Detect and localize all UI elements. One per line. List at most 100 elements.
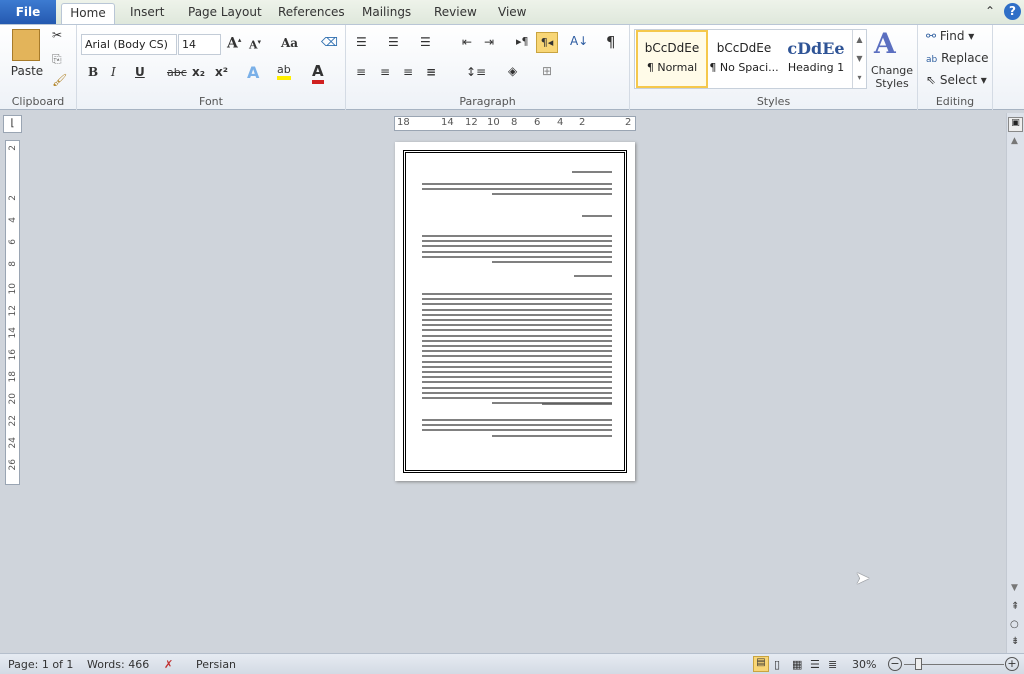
font-group: Arial (Body CS) 14 A▴ A▾ Aa ⌫ B I U abc …: [77, 25, 346, 110]
text-effects-icon[interactable]: A: [247, 63, 259, 82]
cut-icon[interactable]: ✂: [52, 28, 62, 42]
horizontal-ruler[interactable]: 18 14 12 10 8 6 4 2 2: [394, 116, 636, 131]
tab-insert[interactable]: Insert: [130, 3, 164, 24]
borders-icon[interactable]: ⊞: [542, 64, 552, 78]
paragraph-label: Paragraph: [459, 95, 516, 108]
strikethrough-button[interactable]: abc: [167, 66, 187, 79]
align-right-icon[interactable]: ≡: [403, 65, 413, 79]
tab-view[interactable]: View: [498, 3, 526, 24]
tab-references[interactable]: References: [278, 3, 345, 24]
text-line: [574, 275, 612, 277]
font-color-icon[interactable]: A: [312, 62, 324, 84]
document-page[interactable]: [395, 142, 635, 481]
next-page-icon[interactable]: ⇟: [1011, 636, 1019, 647]
status-bar: Page: 1 of 1 Words: 466 ✗ Persian ▤ ▯ ▦ …: [0, 653, 1024, 674]
find-button[interactable]: ⚯ Find ▾: [926, 29, 974, 43]
line-spacing-icon[interactable]: ↕≡: [466, 65, 486, 79]
text-line: [422, 308, 612, 311]
previous-page-icon[interactable]: ⇞: [1011, 601, 1019, 612]
increase-indent-icon[interactable]: ⇥: [484, 35, 494, 49]
font-size-select[interactable]: 14: [178, 34, 221, 55]
print-layout-icon[interactable]: ▤: [753, 656, 769, 672]
text-line: [422, 397, 612, 399]
tab-page-layout[interactable]: Page Layout: [188, 3, 262, 24]
scroll-up-icon[interactable]: ▲: [1011, 136, 1018, 146]
justify-icon[interactable]: ≡: [426, 65, 436, 79]
word-count[interactable]: Words: 466: [87, 658, 149, 671]
copy-icon[interactable]: ⎘: [52, 52, 62, 67]
clear-formatting-icon[interactable]: ⌫: [321, 35, 338, 49]
draft-icon[interactable]: ≣: [828, 658, 837, 671]
italic-button[interactable]: I: [111, 65, 116, 79]
ruler-tick-label: 18: [8, 371, 18, 383]
tab-review[interactable]: Review: [434, 3, 477, 24]
align-center-icon[interactable]: ≡: [380, 65, 390, 79]
ruler-tick-label: 2: [8, 145, 18, 151]
help-icon[interactable]: ?: [1004, 3, 1021, 20]
zoom-slider-thumb[interactable]: [915, 658, 922, 670]
tab-file[interactable]: File: [0, 0, 56, 24]
paste-icon[interactable]: [12, 29, 40, 61]
underline-button[interactable]: U: [135, 65, 145, 79]
text-line: [422, 355, 612, 358]
align-left-icon[interactable]: ≡: [356, 65, 366, 79]
shrink-font-icon[interactable]: A▾: [249, 37, 261, 52]
language[interactable]: Persian: [196, 658, 236, 671]
text-line: [422, 240, 612, 243]
tab-selector[interactable]: ⌊: [3, 115, 22, 133]
tab-mailings[interactable]: Mailings: [362, 3, 411, 24]
subscript-button[interactable]: x₂: [192, 65, 205, 79]
bold-button[interactable]: B: [88, 65, 98, 79]
view-ruler-icon[interactable]: ▣: [1008, 117, 1023, 132]
vertical-scrollbar[interactable]: ▣ ▲ ▼ ⇞ ○ ⇟: [1006, 113, 1024, 653]
select-button[interactable]: ⇖ Select ▾: [926, 73, 987, 87]
outline-icon[interactable]: ☰: [810, 658, 820, 671]
highlight-icon[interactable]: ab: [277, 63, 291, 80]
proofing-icon[interactable]: ✗: [164, 658, 173, 671]
superscript-button[interactable]: x²: [215, 65, 228, 79]
format-painter-icon[interactable]: 🖌: [52, 73, 67, 87]
show-formatting-button[interactable]: ¶: [606, 33, 616, 51]
clipboard-group: Paste ✂ ⎘ 🖌 Clipboard: [0, 25, 77, 110]
style-no-spacing[interactable]: bCcDdEe ¶ No Spaci...: [708, 30, 780, 88]
text-line: [422, 329, 612, 332]
zoom-in-icon[interactable]: +: [1005, 657, 1019, 671]
page-count[interactable]: Page: 1 of 1: [8, 658, 73, 671]
shading-icon[interactable]: ◈: [508, 64, 517, 78]
tab-home[interactable]: Home: [61, 3, 115, 24]
change-styles-button[interactable]: Change Styles: [870, 64, 914, 90]
zoom-level[interactable]: 30%: [852, 658, 876, 671]
decrease-indent-icon[interactable]: ⇤: [462, 35, 472, 49]
browse-object-icon[interactable]: ○: [1010, 619, 1019, 630]
change-styles-icon[interactable]: A: [874, 27, 896, 60]
style-normal[interactable]: bCcDdEe ¶ Normal: [636, 30, 708, 88]
grow-font-icon[interactable]: A▴: [227, 35, 241, 52]
replace-button[interactable]: ab Replace: [926, 51, 989, 65]
scroll-down-icon[interactable]: ▼: [1011, 583, 1018, 593]
full-screen-reading-icon[interactable]: ▯: [774, 658, 780, 671]
text-line: [542, 403, 612, 405]
editing-group: ⚯ Find ▾ ab Replace ⇖ Select ▾ Editing: [918, 25, 993, 110]
minimize-ribbon-icon[interactable]: ⌃: [985, 2, 995, 23]
font-name-select[interactable]: Arial (Body CS): [81, 34, 177, 55]
ruler-tick-label: 4: [557, 117, 564, 128]
change-case-button[interactable]: Aa: [281, 36, 298, 50]
paste-button[interactable]: Paste: [8, 64, 46, 78]
numbering-icon[interactable]: ☰: [388, 35, 399, 49]
replace-icon: ab: [926, 55, 938, 65]
ribbon-tabs: File Home Insert Page Layout References …: [0, 0, 1024, 24]
text-line: [422, 360, 612, 363]
text-line: [422, 188, 612, 191]
web-layout-icon[interactable]: ▦: [792, 658, 802, 671]
ltr-icon[interactable]: ▸¶: [516, 35, 529, 48]
vertical-ruler[interactable]: 2 2 4 6 8 10 12 14 16 18 20 22 24 26: [5, 140, 20, 485]
multilevel-list-icon[interactable]: ☰: [420, 35, 431, 49]
rtl-button[interactable]: ¶◂: [536, 32, 558, 53]
ruler-tick-label: 24: [8, 437, 18, 449]
style-heading-1[interactable]: cDdEe Heading 1: [780, 30, 852, 88]
sort-icon[interactable]: A↓: [570, 34, 588, 48]
zoom-out-icon[interactable]: −: [888, 657, 902, 671]
bullets-icon[interactable]: ☰: [356, 35, 367, 49]
styles-scroll[interactable]: ▲ ▼ ▾: [852, 30, 866, 88]
style-name: Heading 1: [787, 61, 845, 74]
